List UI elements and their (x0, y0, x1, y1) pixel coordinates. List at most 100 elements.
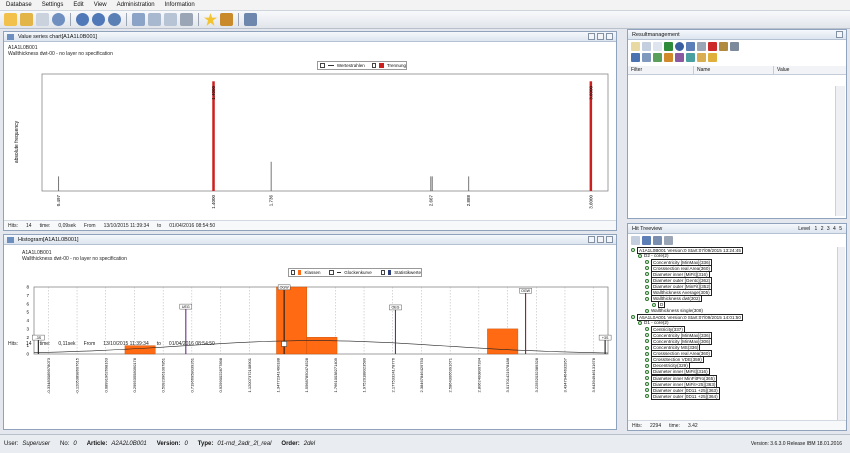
grid-icon[interactable] (664, 236, 673, 245)
zoom-out-icon[interactable] (92, 13, 105, 26)
x-tick-label: 3.01701421978188 (505, 357, 510, 392)
histogram-icon[interactable] (642, 236, 651, 245)
image-icon[interactable] (697, 53, 706, 62)
treeview-toolbar (628, 234, 846, 247)
value-series-title: Value series chart[A1A1L0B001] (18, 34, 98, 40)
table-icon[interactable] (642, 42, 651, 51)
x-tick-label: 2.888 (466, 195, 471, 207)
x-tick-label: 3.6000 (588, 195, 593, 209)
search-icon[interactable] (52, 13, 65, 26)
treeview-titlebar: Hit Treeview Level 1 2 3 4 5 (628, 224, 846, 234)
order-label: Order: (281, 441, 300, 447)
maximize-icon[interactable] (597, 33, 604, 40)
tree-node-icon (645, 272, 649, 277)
treeview-scrollbar[interactable] (837, 247, 845, 420)
column-name[interactable]: Name (694, 66, 774, 74)
menu-settings[interactable]: Settings (42, 2, 64, 8)
refresh-icon[interactable] (686, 53, 695, 62)
level-4[interactable]: 4 (833, 226, 836, 232)
gear-icon[interactable] (730, 42, 739, 51)
resultmanagement-scrollbar[interactable] (835, 86, 845, 216)
settings-icon[interactable] (244, 13, 257, 26)
star-icon[interactable] (204, 13, 217, 26)
zoom-reset-icon[interactable] (108, 13, 121, 26)
new-icon[interactable] (4, 13, 17, 26)
search-icon[interactable] (631, 53, 640, 62)
resultmanagement-grid-header: Filter Name Value (628, 66, 846, 75)
chart-icon[interactable] (686, 42, 695, 51)
close-icon[interactable] (606, 236, 613, 243)
line-chart-icon[interactable] (653, 236, 662, 245)
legend-checkbox[interactable] (371, 63, 377, 68)
from-label: From (83, 222, 96, 229)
column-filter[interactable]: Filter (628, 66, 694, 74)
filter-icon[interactable] (664, 53, 673, 62)
order-value: 2del (303, 441, 316, 447)
time-label: time: (39, 222, 51, 229)
grid-icon[interactable] (642, 53, 651, 62)
no-label: No: (60, 441, 70, 447)
level-2[interactable]: 2 (821, 226, 824, 232)
print-icon[interactable] (180, 13, 193, 26)
value-bar (58, 176, 60, 191)
lock-icon[interactable] (697, 42, 706, 51)
value-series-titlebar: Value series chart[A1A1L0B001] (4, 32, 616, 42)
plot-frame (41, 73, 609, 192)
minimize-icon[interactable] (588, 33, 595, 40)
menu-database[interactable]: Database (6, 2, 32, 8)
tree-node[interactable]: Diameter outer [0D11 +25](364) (631, 392, 835, 400)
to-label: to (156, 340, 161, 347)
circle-icon[interactable] (675, 42, 684, 51)
version-value: 0 (184, 441, 188, 447)
legend-checkbox[interactable] (291, 270, 296, 275)
new-icon[interactable] (631, 42, 640, 51)
statistic-marker-label: UEG (182, 305, 190, 309)
x-tick-label: 0.497 (56, 195, 61, 207)
open-folder-icon[interactable] (20, 13, 33, 26)
menu-information[interactable]: Information (165, 2, 195, 8)
tree-node-icon (645, 345, 649, 350)
tools-icon[interactable] (719, 42, 728, 51)
legend-checkbox[interactable] (380, 270, 385, 275)
table-icon[interactable] (148, 13, 161, 26)
pin-icon[interactable] (708, 42, 717, 51)
close-icon[interactable] (606, 33, 613, 40)
export-icon[interactable] (675, 53, 684, 62)
list-icon[interactable] (164, 13, 177, 26)
zoom-in-icon[interactable] (76, 13, 89, 26)
minimize-icon[interactable] (588, 236, 595, 243)
time-label: time: (669, 422, 680, 429)
x-tick-label: 1.12007372108901 (247, 357, 252, 392)
close-icon[interactable] (836, 31, 843, 38)
level-5[interactable]: 5 (839, 226, 842, 232)
legend-red-swatch (379, 63, 384, 68)
bar-chart-icon[interactable] (653, 53, 662, 62)
grid-icon[interactable] (132, 13, 145, 26)
column-value[interactable]: Value (774, 66, 846, 74)
level-3[interactable]: 3 (827, 226, 830, 232)
document-icon[interactable] (653, 42, 662, 51)
menu-view[interactable]: View (94, 2, 107, 8)
menu-administration[interactable]: Administration (117, 2, 155, 8)
x-tick-label: 1.4000 (211, 195, 216, 209)
tree-node-icon (645, 284, 649, 289)
tree-node-icon (645, 357, 649, 362)
legend-orange-swatch (298, 270, 302, 275)
level-1[interactable]: 1 (815, 226, 818, 232)
tree-node-icon (631, 248, 635, 253)
legend-checkbox[interactable] (329, 270, 334, 275)
type-value: 01-rnd_2adr_2l_real (217, 441, 272, 447)
menu-edit[interactable]: Edit (73, 2, 83, 8)
excel-icon[interactable] (664, 42, 673, 51)
maximize-icon[interactable] (597, 236, 604, 243)
legend-checkbox[interactable] (320, 63, 325, 68)
edit-icon[interactable] (36, 13, 49, 26)
toolbar-separator (198, 13, 199, 26)
tree-node-icon (638, 321, 642, 326)
folder-icon[interactable] (708, 53, 717, 62)
statistic-marker-label: OEG (391, 306, 399, 310)
hits-label: Hits: (8, 340, 18, 347)
wand-icon[interactable] (220, 13, 233, 26)
table-icon[interactable] (631, 236, 640, 245)
specification: Wallthickness dwt-00 - no layer no speci… (22, 256, 127, 262)
